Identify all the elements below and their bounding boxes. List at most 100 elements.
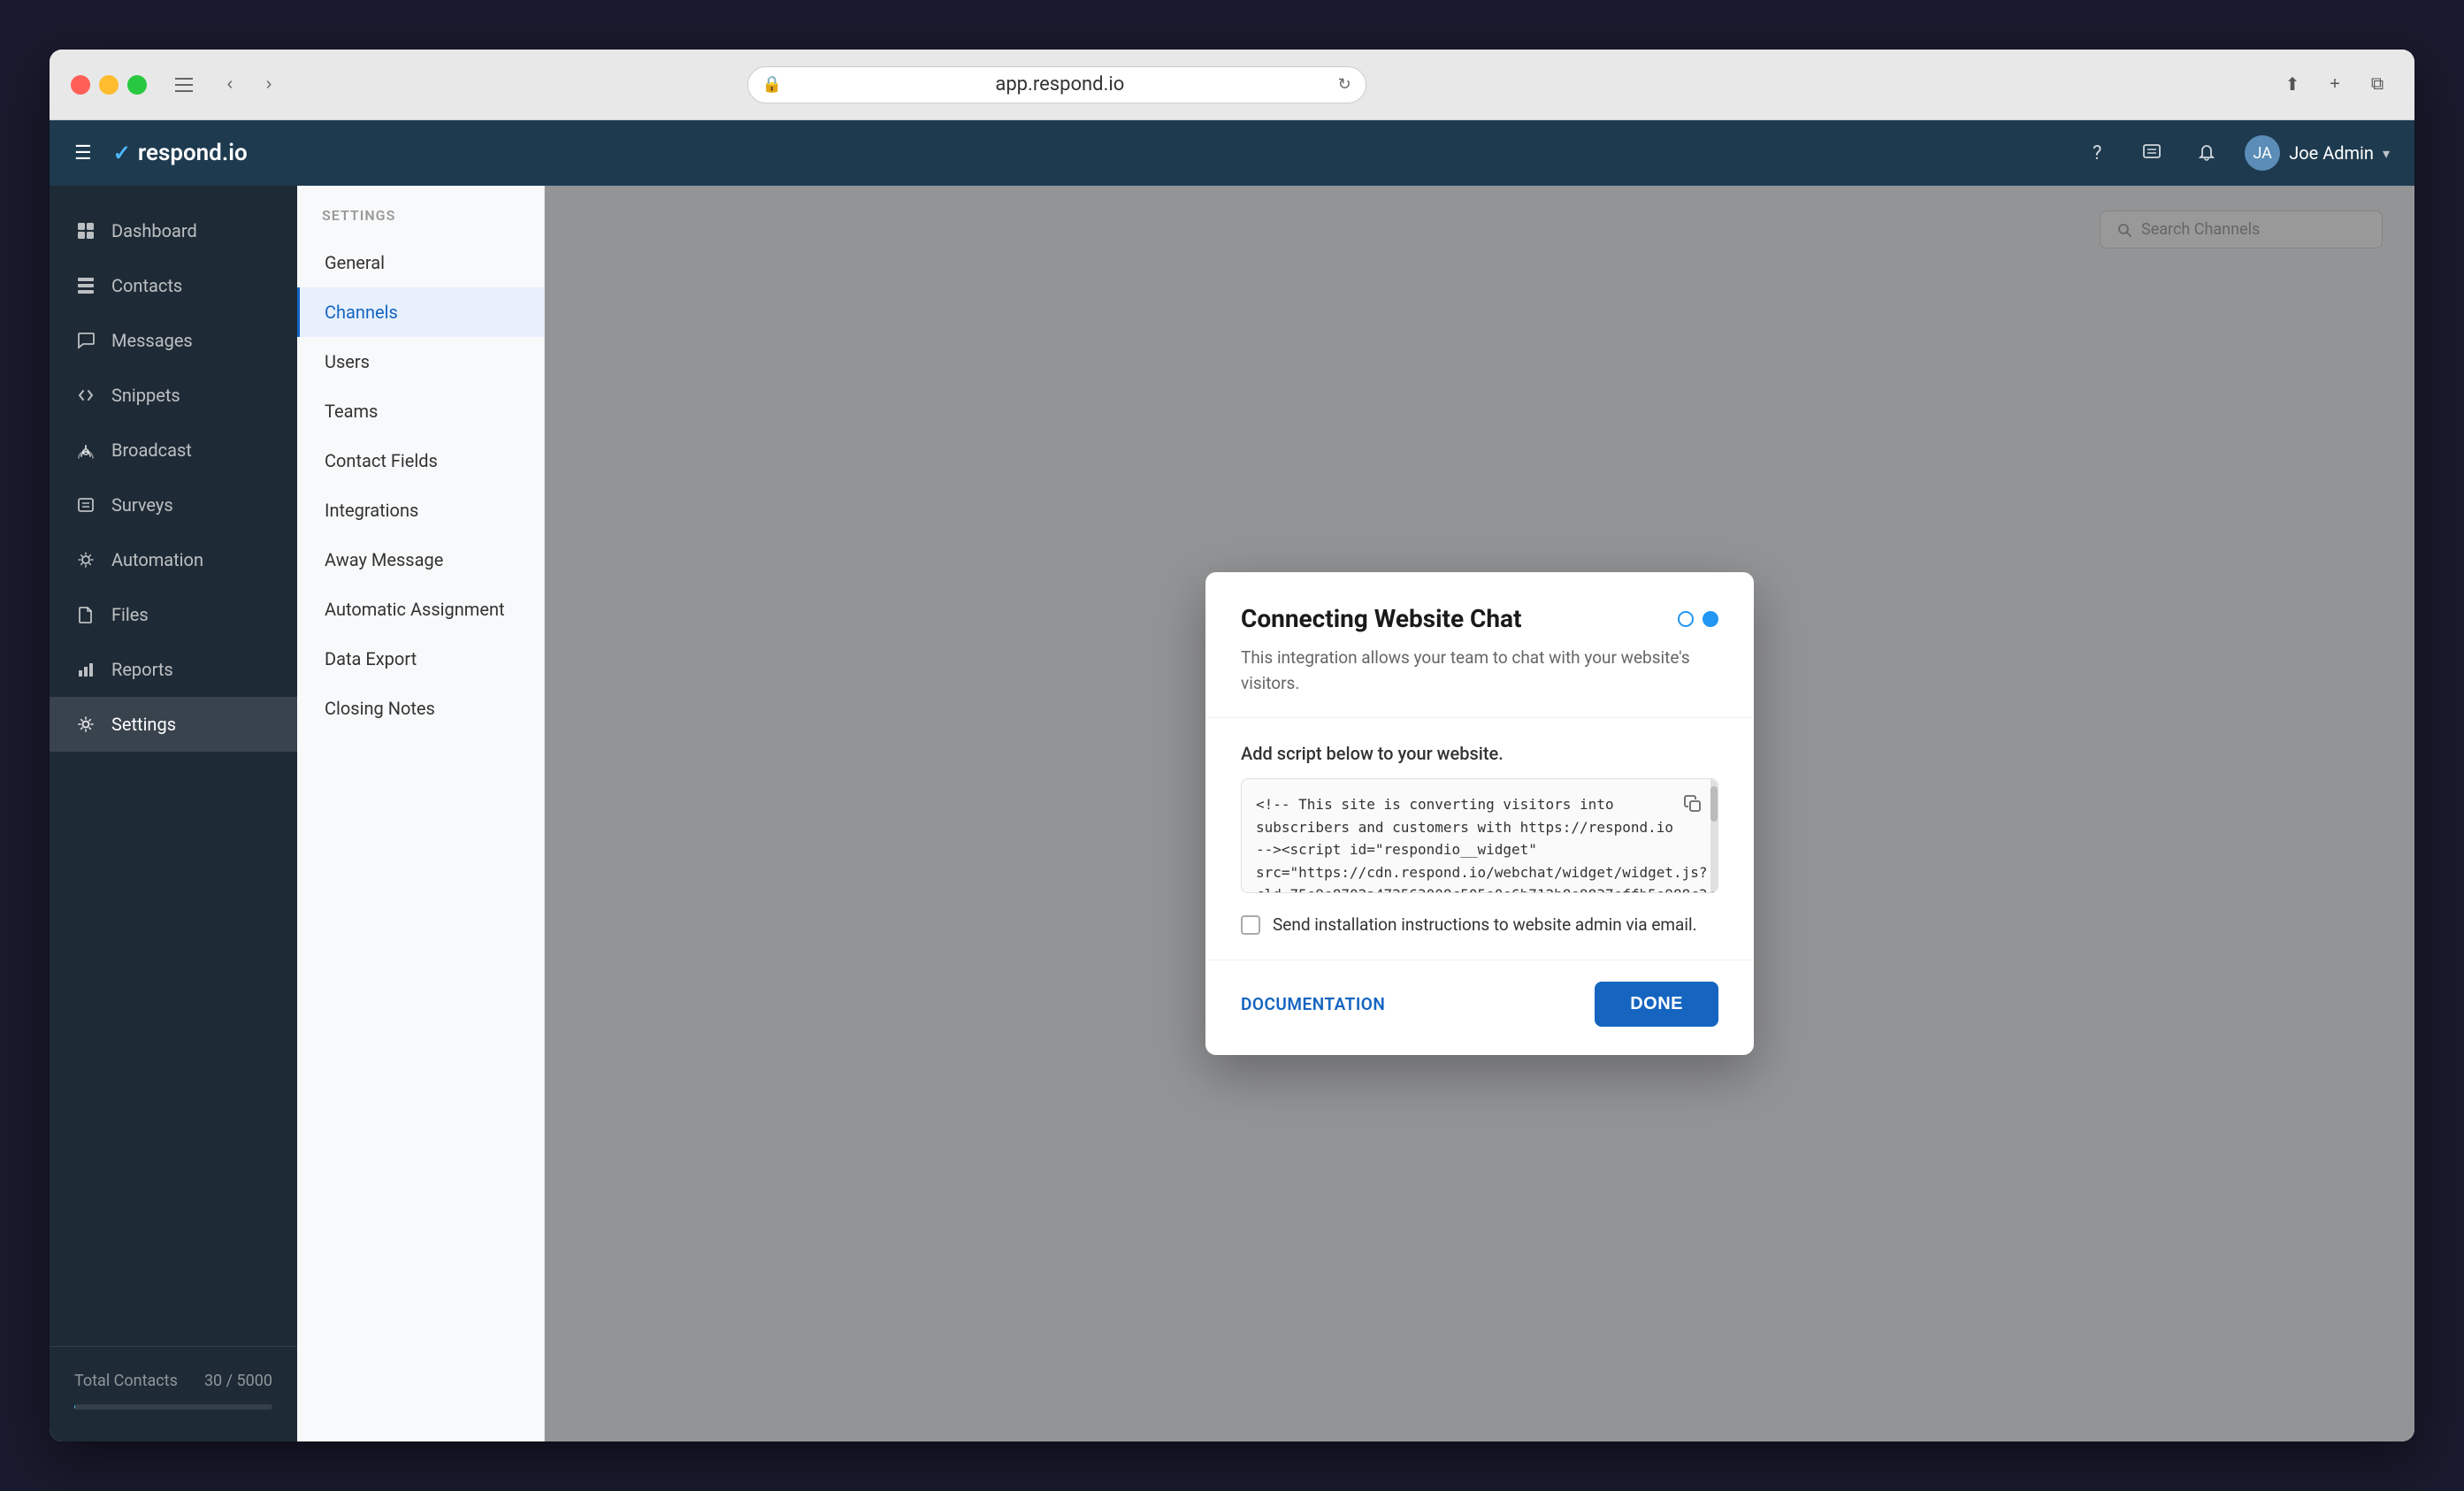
logo-check-icon: ✓ xyxy=(113,141,131,165)
address-bar[interactable]: 🔒 app.respond.io ↻ xyxy=(747,66,1366,103)
email-checkbox[interactable] xyxy=(1241,915,1260,935)
sidebar-toggle-button[interactable] xyxy=(168,69,200,101)
step-dot-2 xyxy=(1703,611,1718,627)
chevron-down-icon: ▾ xyxy=(2383,145,2390,162)
total-contacts-label: Total Contacts xyxy=(74,1372,178,1390)
sidebar-item-broadcast[interactable]: Broadcast xyxy=(50,423,297,478)
sidebar-item-label: Surveys xyxy=(111,494,173,516)
sidebar-item-reports[interactable]: Reports xyxy=(50,642,297,697)
modal-body: Add script below to your website. <!-- T… xyxy=(1205,718,1754,960)
sidebar: Dashboard Contacts xyxy=(50,186,297,1441)
email-checkbox-label: Send installation instructions to websit… xyxy=(1273,914,1697,935)
sidebar-item-automation[interactable]: Automation xyxy=(50,532,297,587)
broadcast-icon xyxy=(74,439,97,462)
modal-title: Connecting Website Chat xyxy=(1241,604,1522,633)
fullscreen-traffic-light[interactable] xyxy=(127,75,147,95)
files-icon xyxy=(74,603,97,626)
sidebar-item-snippets[interactable]: Snippets xyxy=(50,368,297,423)
total-contacts-row: Total Contacts 30 / 5000 xyxy=(50,1357,297,1404)
script-text: <!-- This site is converting visitors in… xyxy=(1242,779,1718,893)
settings-item-closing-notes[interactable]: Closing Notes xyxy=(297,684,544,733)
app-header: ☰ ✓ respond.io ? xyxy=(50,120,2414,186)
sidebar-item-contacts[interactable]: Contacts xyxy=(50,258,297,313)
help-button[interactable]: ? xyxy=(2080,136,2114,170)
modal-title-row: Connecting Website Chat xyxy=(1241,604,1718,633)
minimize-traffic-light[interactable] xyxy=(99,75,119,95)
back-button[interactable]: ‹ xyxy=(214,69,246,101)
settings-item-users[interactable]: Users xyxy=(297,337,544,386)
settings-item-integrations[interactable]: Integrations xyxy=(297,486,544,535)
documentation-link[interactable]: DOCUMENTATION xyxy=(1241,994,1385,1014)
scroll-thumb xyxy=(1710,786,1718,822)
messages-icon xyxy=(74,329,97,352)
settings-section-label: SETTINGS xyxy=(297,207,544,238)
reload-icon[interactable]: ↻ xyxy=(1338,75,1351,94)
hamburger-icon[interactable]: ☰ xyxy=(74,142,92,164)
modal-header: Connecting Website Chat This integration… xyxy=(1205,572,1754,718)
sidebar-item-label: Dashboard xyxy=(111,220,197,241)
modal-step-dots xyxy=(1678,611,1718,627)
tabs-button[interactable]: ⧉ xyxy=(2361,69,2393,101)
sidebar-item-label: Settings xyxy=(111,714,176,735)
settings-panel: SETTINGS General Channels Users Teams Co… xyxy=(297,186,545,1441)
app-title: respond.io xyxy=(138,140,248,166)
sidebar-item-settings[interactable]: Settings xyxy=(50,697,297,752)
close-traffic-light[interactable] xyxy=(71,75,90,95)
sidebar-item-dashboard[interactable]: Dashboard xyxy=(50,203,297,258)
sidebar-item-label: Broadcast xyxy=(111,440,192,461)
modal-subtitle: This integration allows your team to cha… xyxy=(1241,646,1718,696)
user-name: Joe Admin xyxy=(2289,142,2374,164)
browser-titlebar: ‹ › 🔒 app.respond.io ↻ ⬆ + ⧉ xyxy=(50,50,2414,120)
settings-item-channels[interactable]: Channels xyxy=(297,287,544,337)
script-code-box: <!-- This site is converting visitors in… xyxy=(1241,778,1718,893)
script-section-label: Add script below to your website. xyxy=(1241,743,1718,764)
forward-button[interactable]: › xyxy=(253,69,285,101)
share-button[interactable]: ⬆ xyxy=(2277,69,2308,101)
settings-icon xyxy=(74,713,97,736)
settings-item-data-export[interactable]: Data Export xyxy=(297,634,544,684)
settings-item-contact-fields[interactable]: Contact Fields xyxy=(297,436,544,486)
dashboard-icon xyxy=(74,219,97,242)
settings-item-general[interactable]: General xyxy=(297,238,544,287)
main-layout: Dashboard Contacts xyxy=(50,186,2414,1441)
bell-button[interactable] xyxy=(2190,136,2223,170)
new-tab-button[interactable]: + xyxy=(2319,69,2351,101)
sidebar-item-files[interactable]: Files xyxy=(50,587,297,642)
browser-window: ‹ › 🔒 app.respond.io ↻ ⬆ + ⧉ ☰ ✓ respond… xyxy=(50,50,2414,1441)
step-dot-1 xyxy=(1678,611,1694,627)
done-button[interactable]: DONE xyxy=(1595,982,1718,1027)
sidebar-item-label: Contacts xyxy=(111,275,182,296)
modal-footer: DOCUMENTATION DONE xyxy=(1205,960,1754,1055)
sidebar-item-messages[interactable]: Messages xyxy=(50,313,297,368)
main-content: Search Channels Connecting Website Chat xyxy=(545,186,2414,1441)
snippets-icon xyxy=(74,384,97,407)
browser-actions: ⬆ + ⧉ xyxy=(2277,69,2393,101)
sidebar-item-label: Reports xyxy=(111,659,173,680)
contacts-progress-bar-container xyxy=(74,1404,272,1410)
modal-overlay[interactable]: Connecting Website Chat This integration… xyxy=(545,186,2414,1441)
sidebar-item-label: Files xyxy=(111,604,149,625)
total-contacts-value: 30 / 5000 xyxy=(204,1372,272,1390)
app-content: ☰ ✓ respond.io ? xyxy=(50,120,2414,1441)
contacts-icon xyxy=(74,274,97,297)
settings-item-away-message[interactable]: Away Message xyxy=(297,535,544,585)
automation-icon xyxy=(74,548,97,571)
settings-item-automatic-assignment[interactable]: Automatic Assignment xyxy=(297,585,544,634)
sidebar-item-label: Messages xyxy=(111,330,193,351)
sidebar-item-surveys[interactable]: Surveys xyxy=(50,478,297,532)
copy-script-button[interactable] xyxy=(1677,788,1709,820)
avatar: JA xyxy=(2245,135,2280,171)
reports-icon xyxy=(74,658,97,681)
url-text: app.respond.io xyxy=(789,73,1330,96)
header-right: ? JA Joe Admin ▾ xyxy=(2080,135,2390,171)
modal-dialog: Connecting Website Chat This integration… xyxy=(1205,572,1754,1055)
traffic-lights xyxy=(71,75,147,95)
notes-button[interactable] xyxy=(2135,136,2169,170)
contacts-progress-fill xyxy=(74,1404,75,1410)
user-avatar-area[interactable]: JA Joe Admin ▾ xyxy=(2245,135,2390,171)
settings-item-teams[interactable]: Teams xyxy=(297,386,544,436)
app-logo: ✓ respond.io xyxy=(113,140,248,166)
sidebar-bottom: Total Contacts 30 / 5000 xyxy=(50,1346,297,1424)
sidebar-item-label: Snippets xyxy=(111,385,180,406)
sidebar-item-label: Automation xyxy=(111,549,203,570)
